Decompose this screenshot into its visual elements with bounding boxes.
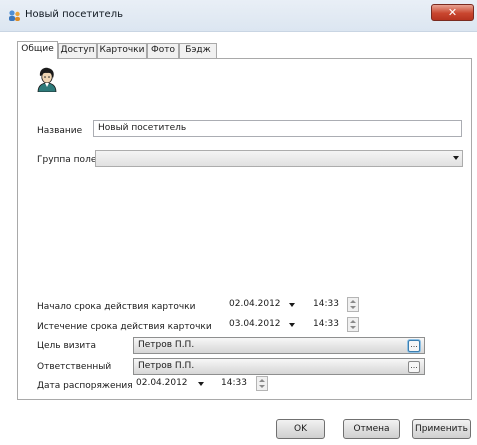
name-input[interactable]: Новый посетитель <box>93 120 462 137</box>
window-title: Новый посетитель <box>25 9 123 20</box>
field-group-select[interactable] <box>95 150 463 167</box>
card-start-label: Начало срока действия карточки <box>37 302 196 312</box>
tab-access[interactable]: Доступ <box>58 43 97 58</box>
name-label: Название <box>37 126 83 136</box>
spin-down-icon <box>350 306 356 309</box>
title-bar: Новый посетитель ✕ <box>0 0 477 32</box>
responsible-value: Петров П.П. <box>138 361 195 371</box>
responsible-field[interactable]: Петров П.П. <box>133 358 425 375</box>
spin-down-icon <box>259 385 265 388</box>
visitor-app-icon <box>9 10 20 21</box>
tab-general[interactable]: Общие <box>17 41 58 59</box>
spin-down-icon <box>350 326 356 329</box>
card-end-time[interactable]: 14:33 <box>313 316 343 333</box>
responsible-browse-button[interactable]: ... <box>408 361 420 373</box>
card-start-date: 02.04.2012 <box>229 299 281 309</box>
order-time[interactable]: 14:33 <box>221 375 251 392</box>
chevron-down-icon <box>453 156 459 160</box>
apply-button[interactable]: Применить <box>412 419 471 439</box>
card-start-time[interactable]: 14:33 <box>313 296 343 313</box>
card-end-date: 03.04.2012 <box>229 319 281 329</box>
field-group-label: Группа полей <box>37 155 103 165</box>
ok-button[interactable]: OK <box>276 419 325 439</box>
card-start-date-picker[interactable]: 02.04.2012 <box>229 296 299 313</box>
dialog-window: Новый посетитель ✕ Общие Доступ Карточки… <box>0 0 477 445</box>
tab-photo[interactable]: Фото <box>147 43 179 58</box>
tab-badge[interactable]: Бэдж <box>179 43 217 58</box>
visit-purpose-value: Петров П.П. <box>138 340 195 350</box>
card-end-label: Истечение срока действия карточки <box>37 322 212 332</box>
order-date-label: Дата распоряжения <box>37 381 133 391</box>
card-start-time-spinner[interactable] <box>347 297 359 312</box>
tab-cards[interactable]: Карточки <box>97 43 147 58</box>
visit-purpose-label: Цель визита <box>37 341 96 351</box>
visit-purpose-browse-button[interactable]: ... <box>408 340 420 352</box>
order-date: 02.04.2012 <box>136 378 188 388</box>
spin-up-icon <box>350 320 356 323</box>
dialog-footer <box>0 401 477 445</box>
chevron-down-icon <box>198 382 204 386</box>
close-icon: ✕ <box>447 6 458 19</box>
close-button[interactable]: ✕ <box>431 4 474 21</box>
chevron-down-icon <box>289 303 295 307</box>
order-date-picker[interactable]: 02.04.2012 <box>136 375 208 392</box>
card-end-date-picker[interactable]: 03.04.2012 <box>229 316 299 333</box>
cancel-button[interactable]: Отмена <box>343 419 400 439</box>
person-icon <box>37 67 57 92</box>
spin-up-icon <box>350 300 356 303</box>
responsible-label: Ответственный <box>37 362 112 372</box>
visit-purpose-field[interactable]: Петров П.П. <box>133 337 425 354</box>
card-end-time-spinner[interactable] <box>347 317 359 332</box>
chevron-down-icon <box>289 323 295 327</box>
order-time-spinner[interactable] <box>256 376 268 391</box>
spin-up-icon <box>259 379 265 382</box>
